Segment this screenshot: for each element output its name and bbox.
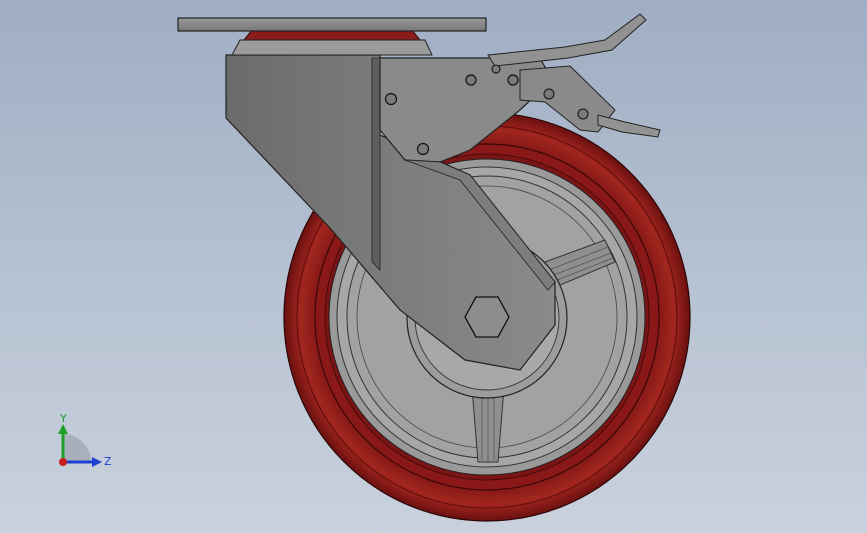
spoke-bottom: [471, 387, 505, 463]
rivet-3: [465, 74, 477, 86]
x-axis-dot: [59, 458, 67, 466]
brake-pivot-2: [577, 108, 589, 120]
y-axis-arrow: [58, 424, 68, 434]
rivet-5: [507, 74, 519, 86]
brake-pivot-1: [543, 88, 555, 100]
axis-triad-graphic: [58, 424, 102, 467]
swivel-bearing-metal: [231, 39, 433, 56]
fork-side-face: [371, 57, 381, 271]
triad-quadrant: [63, 434, 91, 462]
graphics-viewport[interactable]: Y Z: [0, 0, 867, 533]
y-axis-label: Y: [60, 412, 67, 425]
z-axis-arrow: [92, 457, 102, 467]
caster-wheel-model[interactable]: [0, 0, 867, 533]
swivel-head[interactable]: [177, 17, 487, 56]
rivet-4: [491, 64, 501, 74]
brake-lever-top[interactable]: [487, 13, 647, 67]
brake-lever-bottom[interactable]: [597, 114, 661, 138]
rivet-2: [416, 142, 430, 156]
rivet-1: [384, 92, 398, 106]
mounting-plate[interactable]: [177, 17, 487, 32]
z-axis-label: Z: [104, 455, 112, 468]
axis-triad: Y Z: [44, 410, 124, 480]
